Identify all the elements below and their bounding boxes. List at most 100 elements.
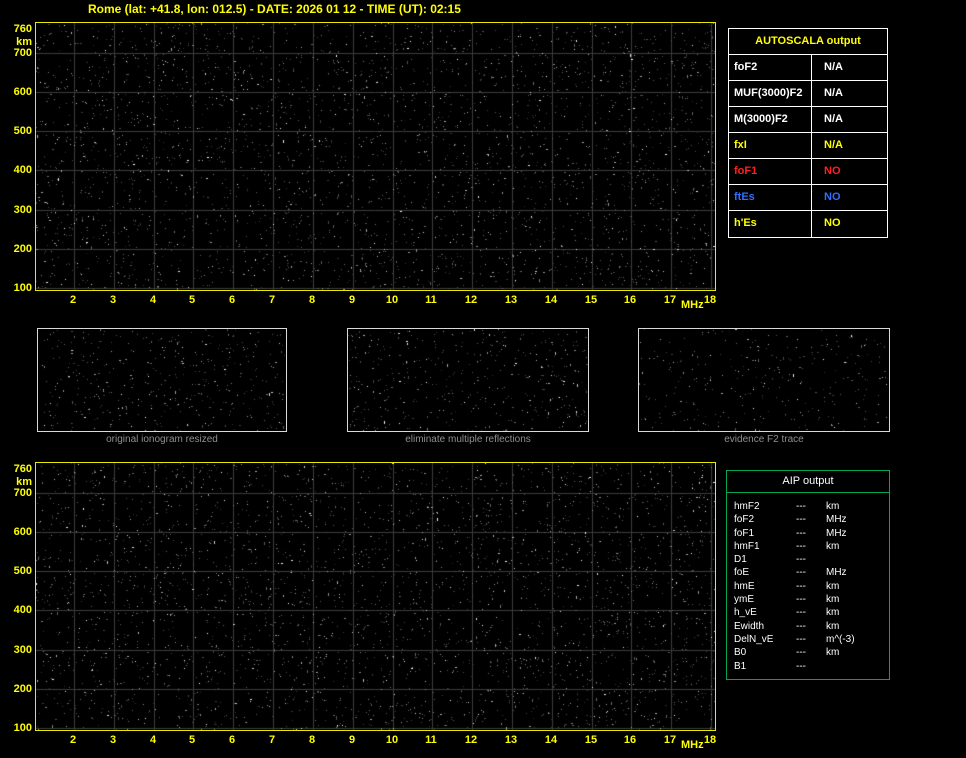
x-axis-tick-label: 7 <box>268 734 276 746</box>
aip-param-unit: km <box>826 594 840 606</box>
aip-param-label: Ewidth <box>734 620 765 632</box>
y-axis-tick-label: 500 <box>13 125 32 137</box>
x-axis-tick-label: 15 <box>584 294 598 306</box>
aip-row: Ewidth --- km <box>727 620 889 633</box>
x-axis-tick-label: 8 <box>308 734 316 746</box>
x-axis-tick-label: 13 <box>504 294 518 306</box>
aip-param-label: hmF2 <box>734 501 760 512</box>
aip-param-unit: MHz <box>826 527 847 539</box>
autoscala-param-value: NO <box>824 165 841 177</box>
y-axis-tick-label: 100 <box>13 282 32 294</box>
aip-param-value: --- <box>796 633 806 645</box>
aip-param-value: --- <box>796 620 806 632</box>
aip-param-unit <box>826 660 889 673</box>
aip-param-value: --- <box>796 501 806 512</box>
x-axis-unit-label: MHz <box>681 739 704 751</box>
aip-param-unit: MHz <box>826 514 847 526</box>
ionogram-canvas <box>36 23 715 290</box>
aip-param-unit <box>826 553 889 566</box>
aip-row: ymE --- km <box>727 593 889 606</box>
autoscala-param-label: h'Es <box>729 211 812 237</box>
autoscala-param-label: ftEs <box>729 185 812 210</box>
panel-caption-original: original ionogram resized <box>106 434 218 445</box>
aip-param-value: --- <box>796 594 806 606</box>
y-axis-tick-label: 500 <box>13 565 32 577</box>
x-axis-tick-label: 7 <box>268 294 276 306</box>
autoscala-param-value: N/A <box>824 113 843 125</box>
aip-param-unit: MHz <box>826 567 847 579</box>
x-axis-tick-label: 14 <box>544 734 558 746</box>
aip-param-label: foE <box>734 567 750 579</box>
aip-row: hmF1 --- km <box>727 540 889 553</box>
x-axis-tick-label: 3 <box>109 734 117 746</box>
aip-row: foF2 --- MHz <box>727 513 889 526</box>
aip-param-unit: km <box>826 540 840 552</box>
y-axis-tick-label: 300 <box>13 644 32 656</box>
aip-param-value: --- <box>796 514 806 526</box>
y-axis-tick-label: 760 <box>13 463 32 475</box>
x-axis-tick-label: 3 <box>109 294 117 306</box>
aip-param-label: D1 <box>734 554 747 566</box>
aip-param-label: B1 <box>734 660 747 672</box>
autoscala-row: ftEs NO <box>729 185 887 211</box>
x-axis-tick-label: 13 <box>504 734 518 746</box>
aip-row: foF1 --- MHz <box>727 527 889 540</box>
aip-param-unit: km <box>826 647 840 659</box>
autoscala-param-value: N/A <box>824 61 843 73</box>
panel-reflections-canvas <box>348 329 588 431</box>
x-axis-tick-label: 5 <box>188 294 196 306</box>
aip-row: B1 --- <box>727 660 889 673</box>
x-axis-tick-label: 16 <box>623 294 637 306</box>
autoscala-row: M(3000)F2 N/A <box>729 107 887 133</box>
y-axis-tick-label: 100 <box>13 722 32 734</box>
panel-f2-trace <box>638 328 890 432</box>
ionogram-secondary: 760 700 600 500 400 300 200 100 km 2 3 4 5 6 7 8 9 10 11 12… <box>5 462 721 758</box>
aip-param-unit: km <box>826 607 840 619</box>
aip-param-unit: km <box>826 501 840 512</box>
ionogram-plot <box>35 22 716 291</box>
aip-row: D1 --- <box>727 553 889 566</box>
y-axis-tick-label: 700 <box>13 47 32 59</box>
aip-param-unit: m^(-3) <box>826 633 855 645</box>
aip-header: AIP output <box>727 471 889 493</box>
y-axis-tick-label: 200 <box>13 683 32 695</box>
x-axis-tick-label: 6 <box>228 294 236 306</box>
aip-param-label: foF1 <box>734 527 755 539</box>
x-axis-tick-label: 8 <box>308 294 316 306</box>
autoscala-row: foF2 N/A <box>729 55 887 81</box>
x-axis-tick-label: 2 <box>69 734 77 746</box>
aip-param-label: foF2 <box>734 514 755 526</box>
x-axis-tick-label: 9 <box>348 734 356 746</box>
x-axis-tick-label: 4 <box>149 294 157 306</box>
autoscala-row: h'Es NO <box>729 211 887 237</box>
aip-param-unit: km <box>826 620 840 632</box>
panel-f2-canvas <box>639 329 889 431</box>
aip-row: B0 --- km <box>727 646 889 659</box>
aip-param-value: --- <box>796 607 806 619</box>
ionogram-main: 760 700 600 500 400 300 200 100 km 2 3 4 5 6 7 8 9 10 11 12… <box>5 22 721 318</box>
page-title: Rome (lat: +41.8, lon: 012.5) - DATE: 20… <box>88 2 461 16</box>
aip-row: hmF2 --- km <box>727 500 889 513</box>
aip-param-value: --- <box>796 647 806 659</box>
y-axis-tick-label: 600 <box>13 86 32 98</box>
panel-original-canvas <box>38 329 286 431</box>
y-axis-tick-label: 400 <box>13 604 32 616</box>
aip-param-value: --- <box>796 567 806 579</box>
autoscala-rows: foF2 N/A MUF(3000)F2 N/A M(3000)F2 N/A fxI N/A f… <box>729 55 887 237</box>
y-axis-tick-label: 600 <box>13 526 32 538</box>
autoscala-param-label: foF1 <box>729 159 812 184</box>
autoscala-param-value: NO <box>824 191 841 203</box>
aip-param-label: ymE <box>734 594 754 606</box>
x-axis-tick-label: 4 <box>149 734 157 746</box>
autoscala-param-label: M(3000)F2 <box>729 107 812 132</box>
aip-param-label: hmE <box>734 580 755 592</box>
panel-caption-reflections: eliminate multiple reflections <box>405 434 531 445</box>
x-axis-tick-label: 10 <box>385 734 399 746</box>
ionogram-plot <box>35 462 716 731</box>
autoscala-row: MUF(3000)F2 N/A <box>729 81 887 107</box>
autoscala-param-label: MUF(3000)F2 <box>729 81 812 106</box>
x-axis-tick-label: 15 <box>584 734 598 746</box>
y-axis-tick-label: 400 <box>13 164 32 176</box>
aip-row: hmE --- km <box>727 580 889 593</box>
autoscala-header: AUTOSCALA output <box>729 29 887 55</box>
